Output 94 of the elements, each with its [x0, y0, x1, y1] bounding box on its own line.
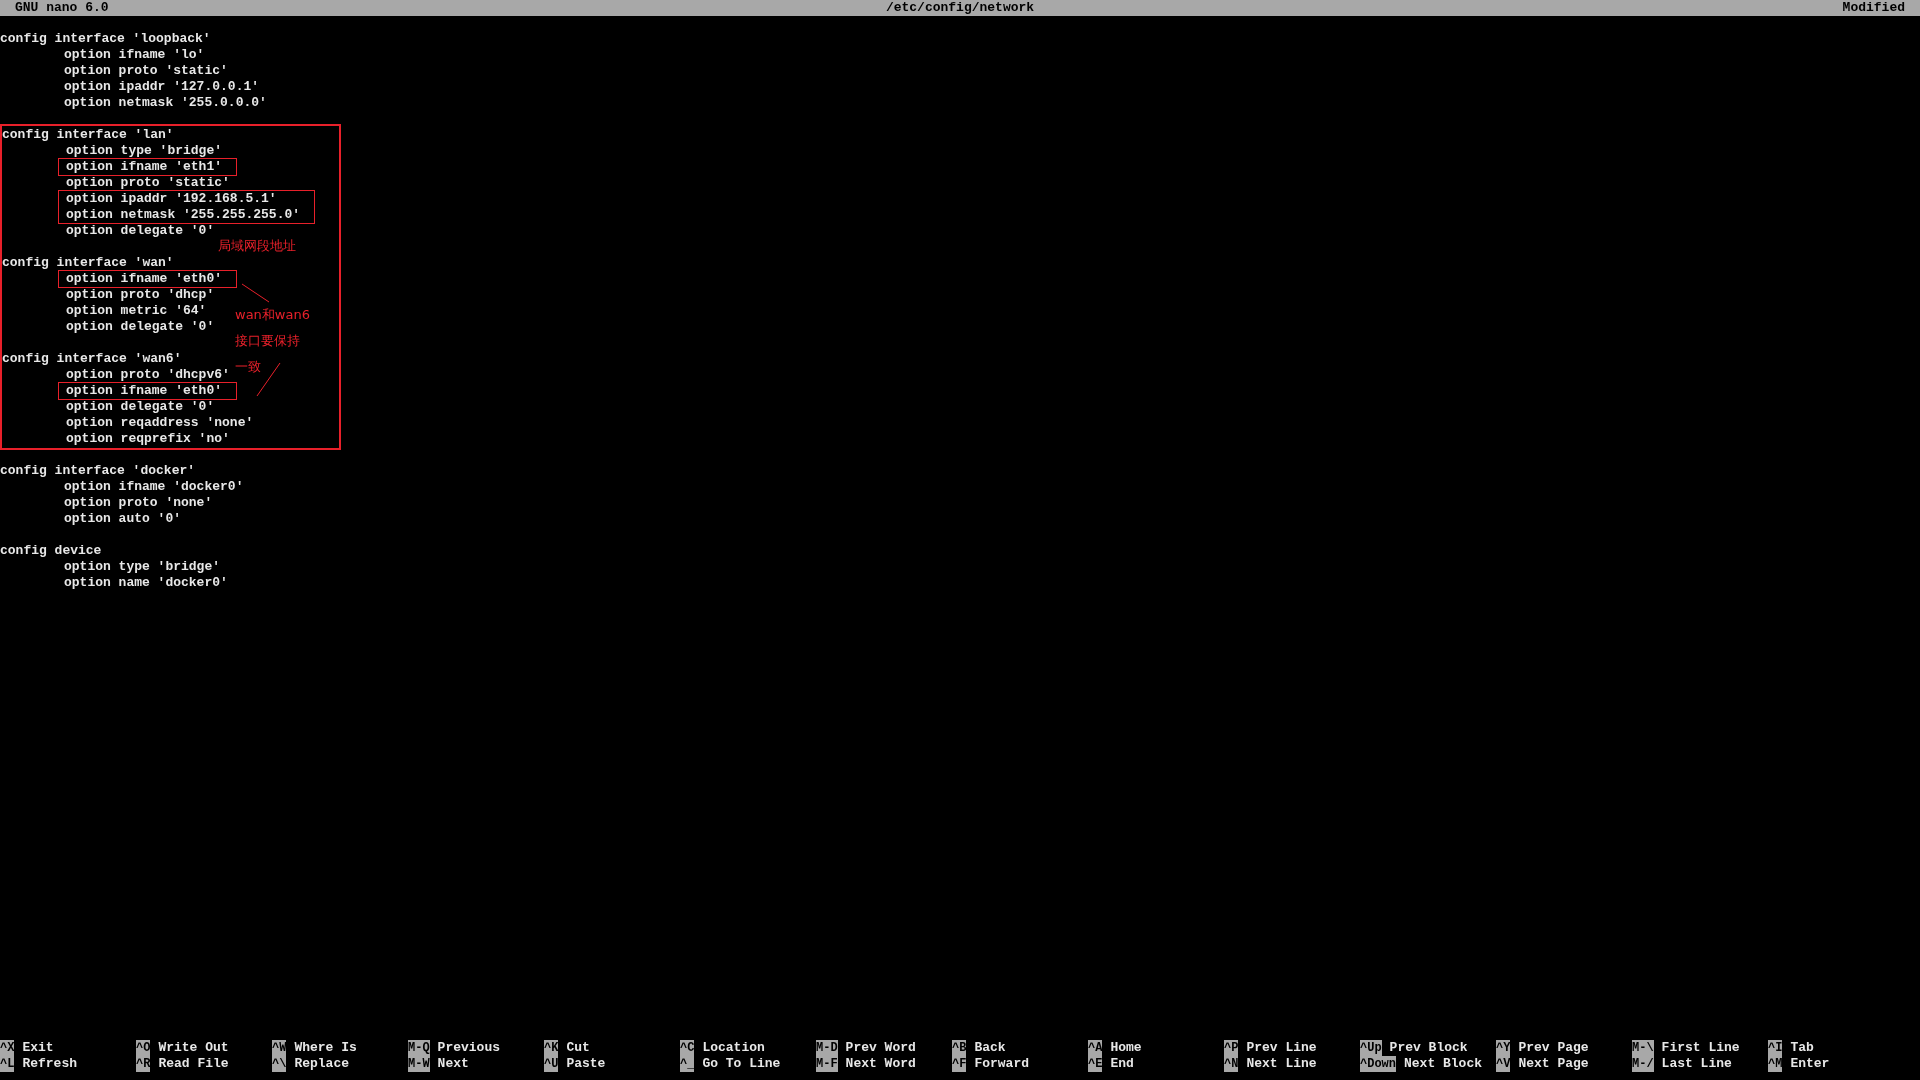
shortcut-label: Where Is	[294, 1040, 357, 1056]
annotation-text: 局域网段地址	[218, 238, 296, 254]
shortcut-label: Next Word	[845, 1056, 916, 1072]
shortcut-label: Cut	[566, 1040, 590, 1056]
shortcut-key: ^N	[1224, 1056, 1239, 1072]
shortcut-label: Back	[974, 1040, 1006, 1056]
code-line: option proto 'none'	[63, 495, 213, 511]
shortcut-key: ^I	[1768, 1040, 1783, 1056]
shortcut-label: Read File	[158, 1056, 229, 1072]
shortcut-key: ^A	[1088, 1040, 1103, 1056]
code-line: option type 'bridge'	[65, 143, 223, 159]
code-line: option delegate '0'	[65, 319, 215, 335]
shortcut-label: Exit	[22, 1040, 54, 1056]
annotation-text: wan和wan6	[235, 307, 310, 323]
shortcut-key: ^P	[1224, 1040, 1239, 1056]
shortcut-label: Forward	[974, 1056, 1029, 1072]
code-line: config interface 'loopback'	[0, 31, 211, 47]
code-line: config interface 'wan'	[2, 255, 174, 271]
code-line: option delegate '0'	[65, 223, 215, 239]
shortcut-label: Refresh	[22, 1056, 77, 1072]
shortcut-key: ^X	[0, 1040, 15, 1056]
shortcut-key: M-Q	[408, 1040, 430, 1056]
shortcut-key: ^Y	[1496, 1040, 1511, 1056]
shortcut-label: Location	[702, 1040, 765, 1056]
modified-status: Modified	[1842, 0, 1905, 16]
shortcut-label: Next Page	[1518, 1056, 1589, 1072]
code-line: option ifname 'eth1'	[66, 159, 223, 175]
code-line: option netmask '255.0.0.0'	[63, 95, 267, 111]
shortcut-label: Prev Block	[1389, 1040, 1468, 1056]
shortcut-label: Replace	[294, 1056, 349, 1072]
shortcut-label: Write Out	[158, 1040, 229, 1056]
code-line: config device	[0, 543, 102, 559]
shortcut-key: ^\	[272, 1056, 287, 1072]
file-path: /etc/config/network	[885, 0, 1035, 16]
code-line: option netmask '255.255.255.0'	[66, 207, 301, 223]
shortcut-label: Paste	[566, 1056, 606, 1072]
shortcut-label: Prev Page	[1518, 1040, 1589, 1056]
shortcut-key: ^K	[544, 1040, 559, 1056]
shortcut-key: ^Down	[1360, 1056, 1396, 1072]
code-line: option ifname 'eth0'	[66, 271, 223, 287]
shortcut-label: Tab	[1790, 1040, 1814, 1056]
shortcut-key: ^F	[952, 1056, 967, 1072]
shortcut-key: M-\	[1632, 1040, 1654, 1056]
code-line: option ipaddr '192.168.5.1'	[66, 191, 278, 207]
shortcut-label: Enter	[1790, 1056, 1830, 1072]
code-line: config interface 'docker'	[0, 463, 196, 479]
shortcut-key: ^L	[0, 1056, 15, 1072]
code-line: option metric '64'	[65, 303, 207, 319]
shortcut-label: Prev Line	[1246, 1040, 1317, 1056]
shortcut-label: Next Block	[1404, 1056, 1483, 1072]
code-line: option ifname 'docker0'	[63, 479, 244, 495]
code-line: config interface 'wan6'	[2, 351, 182, 367]
shortcut-key: M-/	[1632, 1056, 1654, 1072]
annotation-text: 一致	[235, 359, 261, 375]
code-line: option delegate '0'	[65, 399, 215, 415]
shortcut-key: ^_	[680, 1056, 695, 1072]
code-line: option reqprefix 'no'	[65, 431, 230, 447]
shortcut-key: M-F	[816, 1056, 838, 1072]
shortcut-label: End	[1110, 1056, 1134, 1072]
shortcut-key: ^U	[544, 1056, 559, 1072]
shortcut-key: ^Up	[1360, 1040, 1382, 1056]
code-line: option proto 'dhcp'	[65, 287, 215, 303]
shortcut-key: ^M	[1768, 1056, 1783, 1072]
code-line: option proto 'static'	[63, 63, 228, 79]
code-line: option type 'bridge'	[63, 559, 221, 575]
shortcut-key: M-W	[408, 1056, 430, 1072]
shortcut-label: Next	[437, 1056, 469, 1072]
code-line: option proto 'static'	[65, 175, 230, 191]
shortcut-key: ^O	[136, 1040, 151, 1056]
code-line: option name 'docker0'	[63, 575, 228, 591]
shortcut-key: M-D	[816, 1040, 838, 1056]
code-line: option proto 'dhcpv6'	[65, 367, 230, 383]
shortcut-label: Previous	[437, 1040, 501, 1056]
code-line: option auto '0'	[63, 511, 182, 527]
shortcut-key: ^E	[1088, 1056, 1103, 1072]
leader-line	[242, 284, 270, 303]
code-line: option ifname 'lo'	[63, 47, 205, 63]
shortcut-key: ^B	[952, 1040, 967, 1056]
shortcut-label: Go To Line	[702, 1056, 781, 1072]
shortcut-label: Last Line	[1661, 1056, 1732, 1072]
shortcut-key: ^R	[136, 1056, 151, 1072]
annotation-text: 接口要保持	[235, 333, 300, 349]
shortcut-label: Next Line	[1246, 1056, 1317, 1072]
code-line: option reqaddress 'none'	[65, 415, 254, 431]
shortcut-label: First Line	[1661, 1040, 1740, 1056]
code-line: option ipaddr '127.0.0.1'	[63, 79, 260, 95]
shortcut-key: ^W	[272, 1040, 287, 1056]
shortcut-label: Home	[1110, 1040, 1142, 1056]
app-version: GNU nano 6.0	[15, 0, 109, 16]
code-line: config interface 'lan'	[2, 127, 174, 143]
shortcut-label: Prev Word	[845, 1040, 916, 1056]
code-line: option ifname 'eth0'	[66, 383, 223, 399]
shortcut-key: ^V	[1496, 1056, 1511, 1072]
shortcut-key: ^C	[680, 1040, 695, 1056]
